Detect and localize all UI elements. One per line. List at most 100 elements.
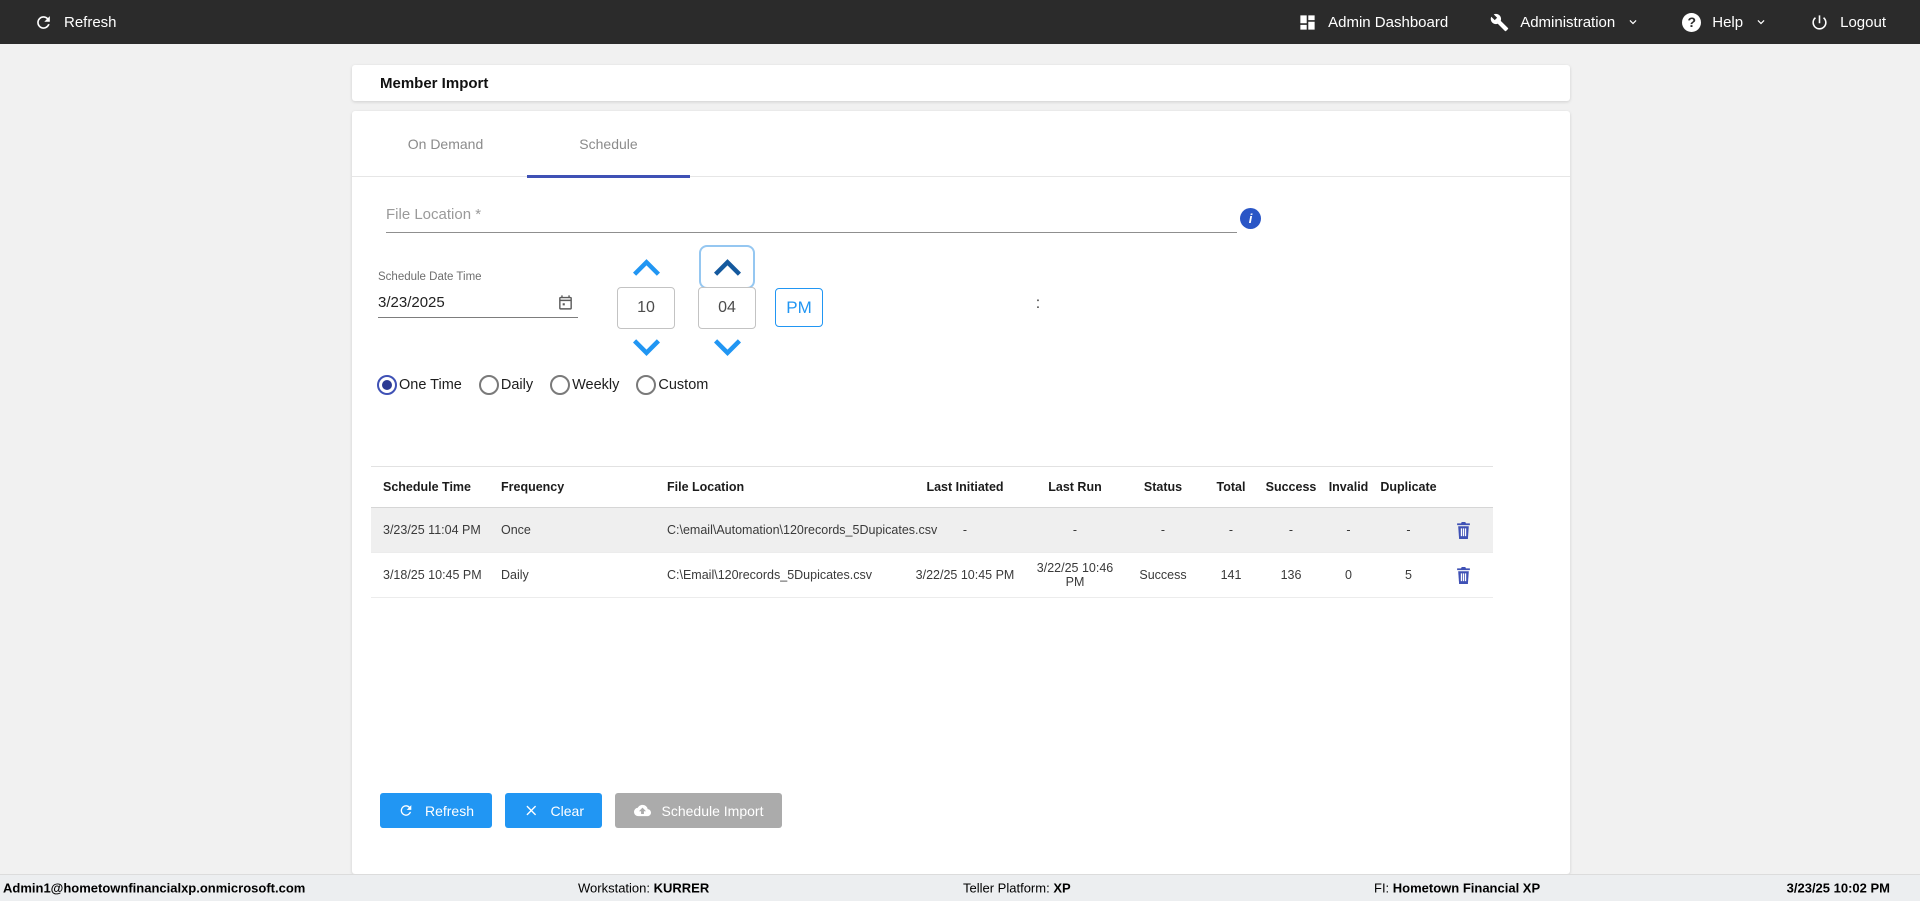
help-icon: ? <box>1682 12 1702 32</box>
meridiem-toggle-button[interactable]: PM <box>775 288 823 327</box>
topbar-refresh-label: Refresh <box>64 13 117 31</box>
cell-total: - <box>1228 523 1234 537</box>
radio-daily[interactable]: Daily <box>478 375 534 395</box>
radio-custom[interactable]: Custom <box>636 375 708 395</box>
radio-weekly-label: Weekly <box>572 377 620 393</box>
column-header: Status <box>1143 480 1183 494</box>
cell-success: - <box>1288 523 1294 537</box>
cell-status: Success <box>1139 568 1187 582</box>
table-row[interactable]: 3/18/25 10:45 PM Daily C:\Email\120recor… <box>371 553 1493 598</box>
topbar-help-menu[interactable]: ? Help <box>1682 12 1768 32</box>
delete-row-button[interactable] <box>1455 566 1472 585</box>
page-title: Member Import <box>380 74 489 92</box>
cell-duplicate: 5 <box>1405 568 1412 582</box>
member-import-panel: On Demand Schedule i Schedule Date Time … <box>352 111 1570 874</box>
cell-total: 141 <box>1220 568 1242 582</box>
wrench-icon <box>1490 13 1509 31</box>
top-navigation-bar: Refresh Admin Dashboard Administration ?… <box>0 0 1920 44</box>
cell-invalid: 0 <box>1345 568 1352 582</box>
refresh-icon <box>37 15 50 29</box>
refresh-button[interactable]: Refresh <box>380 793 492 828</box>
close-icon <box>526 805 537 816</box>
chevron-up-icon <box>632 258 660 276</box>
power-icon <box>1812 14 1827 30</box>
radio-daily-label: Daily <box>500 377 534 393</box>
logout-label: Logout <box>1840 13 1886 31</box>
chevron-down-icon <box>713 338 741 356</box>
cell-last-run: 3/22/25 10:46 PM <box>1036 561 1114 589</box>
refresh-icon <box>400 805 412 816</box>
hour-input[interactable]: 10 <box>617 287 675 329</box>
teller-platform-info: Teller Platform: XP <box>963 881 1071 896</box>
status-bar: Admin1@hometownfinancialxp.onmicrosoft.c… <box>0 874 1920 901</box>
workstation-label: Workstation: <box>578 880 654 896</box>
cell-status: - <box>1160 523 1166 537</box>
cell-schedule-time: 3/23/25 11:04 PM <box>383 523 481 537</box>
column-header: Success <box>1265 480 1317 494</box>
refresh-button-label: Refresh <box>424 802 474 819</box>
date-value: 3/23/2025 <box>378 294 445 311</box>
action-button-row: Refresh Clear Schedule Import <box>380 793 782 828</box>
column-header: Total <box>1216 480 1246 494</box>
scheduled-imports-table: Schedule Time Frequency File Location Last … <box>371 466 1493 598</box>
fi-label: FI: <box>1374 880 1393 896</box>
logged-in-user: Admin1@hometownfinancialxp.onmicrosoft.c… <box>3 880 306 896</box>
frequency-radio-group: One Time Daily Weekly Custom <box>377 375 725 395</box>
radio-custom-label: Custom <box>658 377 709 393</box>
topbar-refresh-button[interactable]: Refresh <box>34 13 117 32</box>
column-header: Duplicate <box>1380 480 1437 494</box>
cell-last-run: - <box>1072 523 1078 537</box>
teller-platform-value: XP <box>1053 880 1071 896</box>
cell-schedule-time: 3/18/25 10:45 PM <box>383 568 482 582</box>
table-row[interactable]: 3/23/25 11:04 PM Once C:\email\Automatio… <box>371 508 1493 553</box>
column-header: File Location <box>667 480 745 494</box>
topbar-logout-button[interactable]: Logout <box>1810 13 1886 32</box>
teller-platform-label: Teller Platform: <box>963 880 1054 896</box>
schedule-import-button-label: Schedule Import <box>661 802 764 819</box>
minute-input[interactable]: 04 <box>698 287 756 329</box>
tab-schedule[interactable]: Schedule <box>527 111 690 178</box>
admin-dashboard-label: Admin Dashboard <box>1328 13 1449 31</box>
hour-increment-button[interactable] <box>617 257 675 277</box>
schedule-import-button[interactable]: Schedule Import <box>615 793 782 828</box>
status-bar-timestamp: 3/23/25 10:02 PM <box>1786 880 1890 896</box>
delete-row-button[interactable] <box>1455 521 1472 540</box>
calendar-icon[interactable] <box>557 294 574 311</box>
cell-file-location: C:\Email\120records_5Dupicates.csv <box>667 568 872 582</box>
radio-weekly[interactable]: Weekly <box>550 375 619 395</box>
chevron-down-icon <box>1629 20 1637 25</box>
column-header: Frequency <box>501 480 565 494</box>
cell-last-initiated: 3/22/25 10:45 PM <box>915 568 1015 582</box>
trash-icon <box>1457 566 1470 584</box>
administration-label: Administration <box>1520 13 1616 31</box>
schedule-date-time-label: Schedule Date Time <box>378 271 482 283</box>
clear-button-label: Clear <box>550 802 584 819</box>
dashboard-icon <box>1300 14 1315 30</box>
minute-decrement-button[interactable] <box>698 337 756 357</box>
clear-button[interactable]: Clear <box>505 793 602 828</box>
cell-last-initiated: - <box>962 523 968 537</box>
tab-on-demand-label: On Demand <box>407 136 484 152</box>
cell-invalid: - <box>1346 523 1351 537</box>
tab-schedule-label: Schedule <box>579 136 638 152</box>
date-input[interactable]: 3/23/2025 <box>378 288 578 318</box>
cell-frequency: Once <box>501 523 531 537</box>
cell-success: 136 <box>1280 568 1302 582</box>
info-icon[interactable]: i <box>1240 208 1261 229</box>
table-body: 3/23/25 11:04 PM Once C:\email\Automatio… <box>371 508 1493 598</box>
radio-button-icon <box>377 375 397 395</box>
file-location-input[interactable] <box>386 197 1237 233</box>
topbar-administration-menu[interactable]: Administration <box>1490 13 1640 32</box>
cell-duplicate: - <box>1406 523 1411 537</box>
tab-on-demand[interactable]: On Demand <box>364 111 527 177</box>
column-header: Last Initiated <box>926 480 1004 494</box>
chevron-up-icon <box>713 258 741 276</box>
radio-one-time-label: One Time <box>399 377 462 393</box>
workstation-value: KURRER <box>653 880 710 896</box>
radio-button-icon <box>550 375 571 395</box>
radio-one-time[interactable]: One Time <box>377 375 462 395</box>
minute-increment-button[interactable] <box>699 245 755 289</box>
cell-file-location: C:\email\Automation\120records_5Dupicate… <box>667 523 938 537</box>
hour-decrement-button[interactable] <box>617 337 675 357</box>
topbar-admin-dashboard[interactable]: Admin Dashboard <box>1298 13 1448 32</box>
